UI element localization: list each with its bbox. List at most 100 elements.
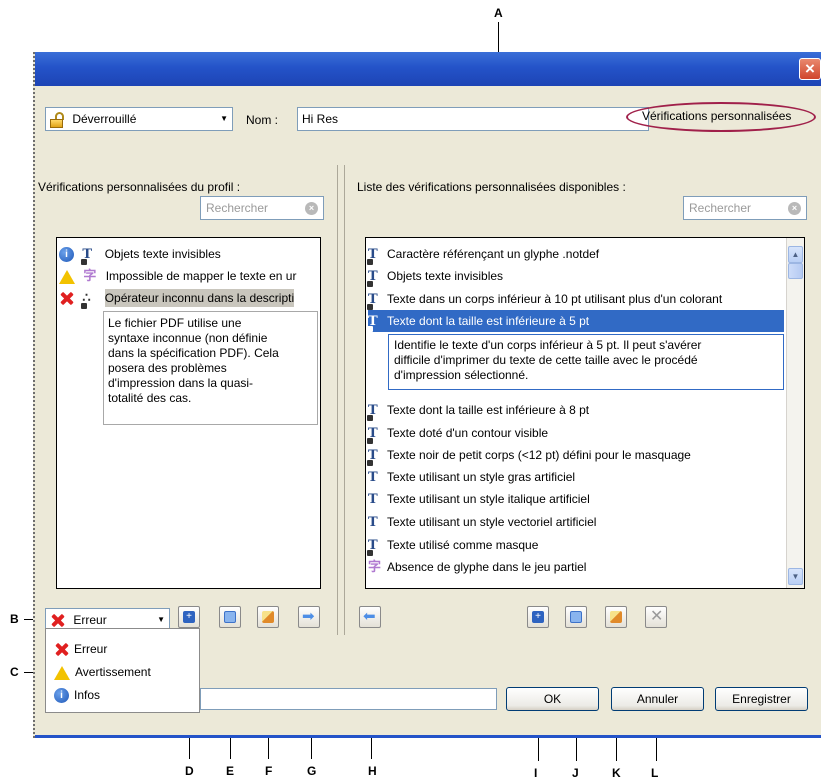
duplicate-check-button[interactable] [219, 606, 241, 628]
bottom-text-field[interactable] [200, 688, 497, 710]
description-line: d'impression dans la quasi- [108, 376, 254, 390]
list-item[interactable]: T Caractère référençant un glyphe .notdef [367, 243, 786, 265]
list-item[interactable]: T Texte doté d'un contour visible [367, 422, 786, 445]
callout-d: D [185, 764, 194, 778]
list-item[interactable]: 字 Absence de glyphe dans le jeu partiel [368, 556, 786, 578]
name-field[interactable]: Hi Res [297, 107, 649, 131]
pencil-icon [262, 611, 274, 623]
list-item[interactable]: T Texte utilisé comme masque [367, 534, 786, 556]
list-item-label: Objets texte invisibles [104, 247, 221, 261]
text-check-icon: T [368, 514, 378, 530]
list-item-label: Objets texte invisibles [387, 269, 504, 283]
text-check-icon: T [367, 445, 384, 467]
cancel-button[interactable]: Annuler [611, 687, 704, 711]
close-button[interactable]: × [799, 58, 821, 80]
severity-option-error[interactable]: Erreur [54, 639, 107, 659]
description-line: d'impression sélectionné. [394, 368, 529, 382]
panel-divider [337, 165, 338, 635]
list-item[interactable]: T Texte utilisant un style gras artificie… [368, 466, 786, 488]
name-label: Nom : [246, 113, 279, 127]
text-check-icon: T [81, 244, 98, 266]
severity-option-label: Avertissement [75, 665, 151, 679]
severity-option-warning[interactable]: Avertissement [54, 662, 151, 682]
new-available-check-button[interactable]: + [527, 606, 549, 628]
text-check-icon: T [367, 289, 384, 311]
duplicate-icon [570, 611, 582, 623]
custom-checks-label[interactable]: Vérifications personnalisées [642, 109, 791, 123]
list-item[interactable]: T Objets texte invisibles [367, 265, 786, 287]
severity-option-label: Infos [74, 688, 101, 702]
glyph-check-icon: 字 [83, 268, 97, 284]
error-icon [59, 291, 74, 306]
save-button[interactable]: Enregistrer [715, 687, 808, 711]
callout-l: L [651, 766, 659, 780]
callout-h: H [368, 764, 377, 778]
glyph-check-icon: 字 [368, 559, 382, 575]
edit-check-button[interactable] [257, 606, 279, 628]
list-item[interactable]: 字 Impossible de mapper le texte en ur [59, 265, 319, 287]
severity-menu: Erreur Avertissement i Infos [45, 628, 200, 713]
warning-icon [54, 665, 70, 680]
pencil-icon [610, 611, 622, 623]
list-item-label: Texte utilisant un style vectoriel artif… [387, 515, 597, 529]
delete-icon: ✕ [650, 608, 664, 625]
available-item-description: Identifie le texte d'un corps inférieur … [388, 334, 784, 390]
profile-search-input[interactable]: Rechercher × [200, 196, 324, 220]
text-check-icon: T [368, 469, 378, 485]
description-line: dans la spécification PDF). Cela [108, 346, 279, 360]
info-icon: i [59, 247, 74, 263]
edit-available-check-button[interactable] [605, 606, 627, 628]
duplicate-icon [224, 611, 236, 623]
move-right-button[interactable]: ➡ [298, 606, 320, 628]
list-item-label: Texte dont la taille est inférieure à 8 … [387, 403, 590, 417]
operator-check-icon: ∴ [81, 288, 98, 310]
text-check-icon: T [367, 423, 384, 445]
arrow-left-icon: ⬅ [363, 608, 376, 625]
scroll-down-button[interactable]: ▼ [788, 568, 803, 585]
list-item-label: Absence de glyphe dans le jeu partiel [387, 560, 587, 574]
severity-option-info[interactable]: i Infos [54, 685, 100, 705]
add-icon: + [183, 611, 195, 623]
callout-g: G [307, 764, 317, 778]
clear-search-icon[interactable]: × [788, 202, 801, 215]
list-item[interactable]: ∴ Opérateur inconnu dans la descripti [59, 287, 319, 309]
list-item-label: Texte utilisé comme masque [387, 538, 539, 552]
duplicate-available-check-button[interactable] [565, 606, 587, 628]
list-item[interactable]: T Texte noir de petit corps (<12 pt) défi… [367, 444, 786, 467]
list-item[interactable]: T Texte utilisant un style vectoriel arti… [368, 511, 786, 533]
lock-icon [49, 111, 67, 128]
clear-search-icon[interactable]: × [305, 202, 318, 215]
severity-option-label: Erreur [74, 642, 108, 656]
vertical-scrollbar[interactable]: ▲ ▼ [786, 238, 804, 588]
add-icon: + [532, 611, 544, 623]
info-icon: i [54, 688, 69, 704]
text-check-icon: T [367, 311, 384, 333]
list-item-selected[interactable]: T Texte dont la taille est inférieure à 5… [367, 310, 784, 333]
text-check-icon: T [368, 491, 378, 507]
available-search-input[interactable]: Rechercher × [683, 196, 807, 220]
callout-k: K [612, 766, 621, 780]
callout-j: J [572, 766, 579, 780]
list-item[interactable]: i T Objets texte invisibles [59, 243, 319, 265]
available-panel-heading: Liste des vérifications personnalisées d… [357, 180, 626, 194]
callout-c: C [10, 665, 19, 679]
list-item-label: Texte doté d'un contour visible [387, 426, 549, 440]
dialog-bottom-edge [35, 735, 821, 738]
delete-check-button[interactable]: ✕ [645, 606, 667, 628]
list-item[interactable]: T Texte utilisant un style italique artif… [368, 488, 786, 510]
scroll-up-button[interactable]: ▲ [788, 246, 803, 263]
list-item-label: Impossible de mapper le texte en ur [105, 269, 297, 283]
new-check-button[interactable]: + [178, 606, 200, 628]
list-item[interactable]: T Texte dont la taille est inférieure à 8… [367, 399, 786, 421]
description-line: syntaxe inconnue (non définie [108, 331, 268, 345]
arrow-right-icon: ➡ [302, 608, 315, 625]
list-item-label: Texte dans un corps inférieur à 10 pt ut… [387, 292, 723, 306]
scroll-thumb[interactable] [788, 263, 803, 279]
list-item[interactable]: T Texte dans un corps inférieur à 10 pt u… [367, 288, 786, 311]
move-left-button[interactable]: ⬅ [359, 606, 381, 628]
list-item-label: Texte utilisant un style gras artificiel [387, 470, 576, 484]
callout-i: I [534, 766, 538, 780]
lock-dropdown[interactable]: Déverrouillé ▼ [45, 107, 233, 131]
ok-button[interactable]: OK [506, 687, 599, 711]
profile-checks-list: i T Objets texte invisibles 字 Impossible… [56, 237, 321, 589]
